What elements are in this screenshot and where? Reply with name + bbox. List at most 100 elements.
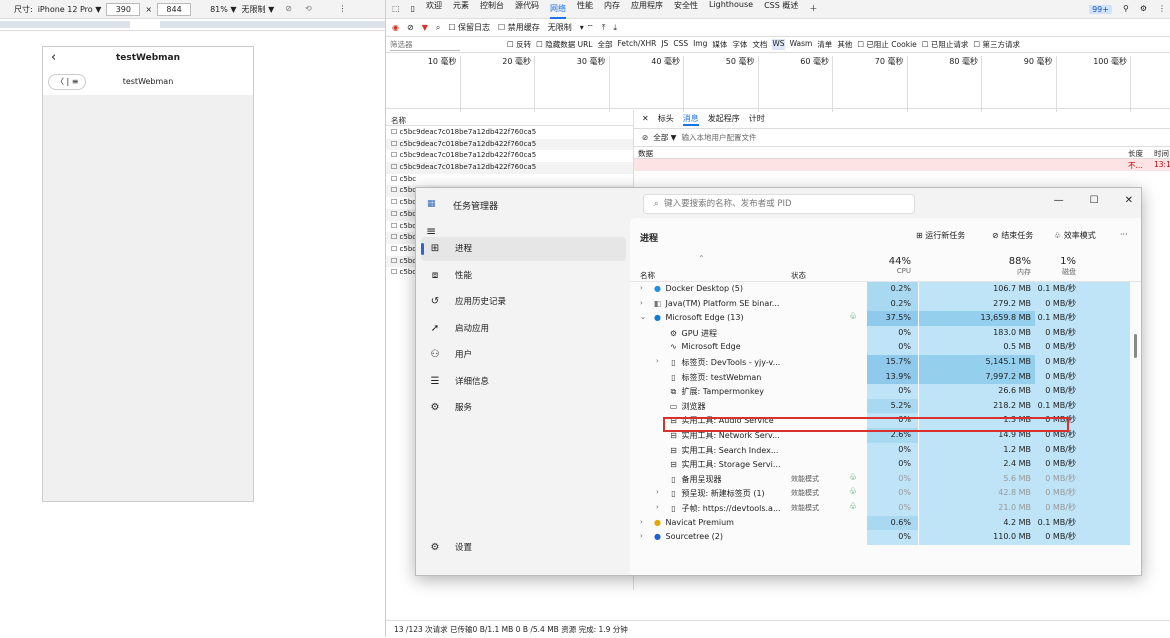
process-row[interactable]: › ● Navicat Premium 0.6% 4.2 MB 0.1 MB/秒 (630, 515, 1141, 531)
hamburger-icon[interactable]: ≡ (426, 224, 436, 238)
type-filter-11[interactable]: 其他 (837, 39, 852, 50)
message-filter-input[interactable]: 输入本地用户配置文件 (681, 132, 756, 143)
type-filter-8[interactable]: WS (772, 39, 785, 50)
disable-cache-checkbox[interactable]: ☐ 禁用缓存 (498, 22, 540, 33)
type-filter-4[interactable]: Img (693, 39, 707, 50)
sort-chevron-icon[interactable]: ⌃ (698, 254, 705, 263)
process-row[interactable]: ▯ 备用呈现器 效能模式 ♧ 0% 5.6 MB 0 MB/秒 (630, 471, 1141, 487)
end-task-button[interactable]: ⊘ 结束任务 (992, 230, 1033, 241)
request-row[interactable]: ☐ c5bc (386, 174, 633, 186)
tab-0[interactable]: 欢迎 (426, 0, 442, 19)
tab-8[interactable]: 安全性 (674, 0, 698, 19)
request-row[interactable]: ☐ c5bc9deac7c018be7a12db422f760ca5 (386, 127, 633, 139)
maximize-button[interactable]: ☐ (1090, 195, 1099, 206)
col-disk[interactable]: 1% 磁盘 (1035, 256, 1076, 277)
tab-1[interactable]: 元素 (453, 0, 469, 19)
type-filter-10[interactable]: 清单 (817, 39, 832, 50)
filter-icon[interactable]: ▼ (422, 23, 428, 32)
device-mode-icon[interactable]: ▯ (411, 5, 415, 13)
wifi-icon[interactable]: ▾ ⌔ (580, 23, 594, 32)
width-input[interactable]: 390 (106, 2, 141, 16)
device-select[interactable]: iPhone 12 Pro ▼ (38, 5, 102, 14)
download-icon[interactable]: ⤓ (613, 23, 617, 32)
type-filter-7[interactable]: 文档 (752, 39, 767, 50)
type-filter-9[interactable]: Wasm (790, 39, 813, 50)
sidebar-item-3[interactable]: ➚ 启动应用 (421, 317, 626, 341)
process-row[interactable]: ⌄ ● Microsoft Edge (13) ♧ 37.5% 13,659.8 MB 0… (630, 311, 1141, 326)
clear-icon[interactable]: ⊘ (642, 134, 648, 142)
message-filter-select[interactable]: 全部 ▼ (653, 132, 676, 143)
close-icon[interactable]: ✕ (642, 115, 649, 123)
minimize-button[interactable]: — (1054, 195, 1064, 206)
sidebar-item-5[interactable]: ☰ 详细信息 (421, 370, 626, 394)
process-row[interactable]: › ▯ 预呈现: 新建标签页 (1) 效能模式 ♧ 0% 42.8 MB 0 MB/秒 (630, 486, 1141, 501)
type-filter-3[interactable]: CSS (673, 39, 688, 50)
clear-icon[interactable]: ⊘ (407, 23, 414, 32)
chevron-right-icon[interactable]: › (640, 532, 643, 540)
detail-tab-1[interactable]: 消息 (682, 113, 699, 126)
tab-9[interactable]: Lighthouse (709, 0, 753, 19)
process-row[interactable]: ⊟ 实用工具: Search Index... 0% 1.2 MB 0 MB/秒 (630, 442, 1141, 458)
tab-6[interactable]: 内存 (604, 0, 620, 19)
gear-icon[interactable]: ⚙ (1140, 5, 1147, 13)
close-button[interactable]: ✕ (1125, 195, 1133, 206)
throttle-select[interactable]: 无限制 ▼ (242, 4, 275, 15)
preserve-log-checkbox[interactable]: ☐ 保留日志 (448, 22, 490, 33)
customize-icon[interactable]: ⚲ (1123, 5, 1129, 13)
sidebar-item-2[interactable]: ↺ 应用历史记录 (421, 290, 626, 314)
more-options-button[interactable]: ··· (1120, 230, 1128, 239)
process-row[interactable]: › ● Sourcetree (2) 0% 110.0 MB 0 MB/秒 (630, 530, 1141, 545)
type-filter-0[interactable]: 全部 (597, 39, 612, 50)
tab-5[interactable]: 性能 (577, 0, 593, 19)
no-touch-icon[interactable]: ⊘ (285, 5, 292, 13)
third-party-checkbox[interactable]: ☐ 第三方请求 (973, 39, 1020, 50)
sidebar-item-4[interactable]: ⚇ 用户 (421, 343, 626, 367)
process-row[interactable]: ⊟ 实用工具: Storage Servi... 0% 2.4 MB 0 MB/秒 (630, 457, 1141, 472)
height-input[interactable]: 844 (157, 2, 192, 16)
timeline-overview[interactable]: 10 毫秒 20 毫秒 30 毫秒 40 毫秒 50 毫秒 60 毫秒 70 毫秒 80 毫秒… (386, 53, 1170, 112)
request-row[interactable]: ☐ c5bc9deac7c018be7a12db422f760ca5 (386, 150, 633, 162)
tab-10[interactable]: CSS 概述 (764, 0, 798, 19)
tab-4[interactable]: 网络 (549, 0, 566, 19)
col-name[interactable]: 名称 (640, 270, 655, 281)
process-row[interactable]: ▯ 标签页: testWebman 13.9% 7,997.2 MB 0 MB/秒 (630, 369, 1141, 385)
record-icon[interactable]: ◉ (392, 23, 399, 32)
search-icon[interactable]: ⌕ (436, 23, 440, 32)
process-row[interactable]: › ● Docker Desktop (5) 0.2% 106.7 MB 0.1 MB/… (630, 282, 1141, 297)
issues-badge[interactable]: 99+ (1089, 4, 1112, 14)
type-filter-5[interactable]: 媒体 (712, 39, 727, 50)
chevron-right-icon[interactable]: › (640, 284, 643, 292)
detail-tab-2[interactable]: 发起程序 (708, 113, 740, 126)
process-row[interactable]: ▭ 浏览器 5.2% 218.2 MB 0.1 MB/秒 (630, 398, 1141, 414)
add-tab-icon[interactable]: ＋ (809, 5, 817, 13)
blocked-requests-checkbox[interactable]: ☐ 已阻止请求 (922, 39, 969, 50)
search-input[interactable]: ⌕ 键入要搜索的名称、发布者或 PID (643, 194, 915, 214)
inspect-icon[interactable]: ⬚ (392, 5, 400, 13)
chevron-right-icon[interactable]: › (656, 503, 659, 511)
chevron-down-icon[interactable]: ⌄ (640, 313, 646, 321)
process-row[interactable]: › ◧ Java(TM) Platform SE binar... 0.2% 279.… (630, 296, 1141, 312)
invert-checkbox[interactable]: ☐ 反转 (507, 39, 531, 50)
type-filter-2[interactable]: JS (661, 39, 668, 50)
detail-tab-3[interactable]: 计时 (749, 113, 765, 126)
process-row[interactable]: › ▯ 标签页: DevTools - yjy-v... 15.7% 5,145.1 … (630, 354, 1141, 370)
request-row[interactable]: ☐ c5bc9deac7c018be7a12db422f760ca5 (386, 138, 633, 151)
process-row[interactable]: ⚙ GPU 进程 0% 183.0 MB 0 MB/秒 (630, 325, 1141, 341)
tab-2[interactable]: 控制台 (480, 0, 504, 19)
hide-data-urls-checkbox[interactable]: ☐ 隐藏数据 URL (536, 39, 592, 50)
efficiency-mode-button[interactable]: ♧ 效率模式 (1054, 230, 1096, 241)
request-row[interactable]: ☐ c5bc9deac7c018be7a12db422f760ca5 (386, 162, 633, 174)
process-row[interactable]: ∿ Microsoft Edge 0% 0.5 MB 0 MB/秒 (630, 340, 1141, 355)
zoom-select[interactable]: 81% ▼ (210, 5, 236, 14)
process-row[interactable]: › ▯ 子帧: https://devtools.a... 效能模式 ♧ 0% 21.0 … (630, 500, 1141, 516)
chevron-right-icon[interactable]: › (640, 299, 643, 307)
message-row[interactable]: 不... 13:1 (634, 159, 1170, 171)
upload-icon[interactable]: ⤒ (602, 23, 606, 32)
sidebar-item-1[interactable]: ⧈ 性能 (421, 264, 626, 288)
col-status[interactable]: 状态 (791, 270, 806, 281)
sidebar-item-6[interactable]: ⚙ 服务 (421, 396, 626, 420)
sidebar-item-0[interactable]: ⊞ 进程 (421, 237, 626, 261)
filter-input[interactable]: 筛选器 (390, 39, 460, 51)
more-icon[interactable]: ⋮ (339, 5, 347, 13)
run-new-task-button[interactable]: ⊞ 运行新任务 (916, 230, 965, 241)
